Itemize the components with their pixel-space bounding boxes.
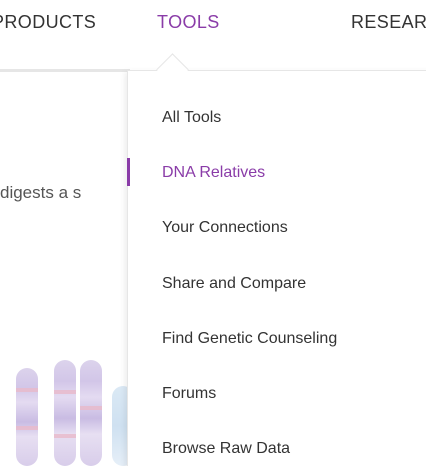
menu-item-forums[interactable]: Forums	[162, 385, 216, 403]
menu-item-browse-raw-data[interactable]: Browse Raw Data	[162, 440, 290, 458]
menu-item-find-genetic-counseling[interactable]: Find Genetic Counseling	[162, 330, 337, 348]
chromosome-graphic	[54, 360, 76, 466]
nav-divider	[0, 69, 130, 72]
menu-item-dna-relatives[interactable]: DNA Relatives	[162, 164, 265, 182]
menu-item-all-tools[interactable]: All Tools	[162, 109, 221, 127]
menu-item-share-and-compare[interactable]: Share and Compare	[162, 275, 306, 293]
chromosome-graphic	[16, 368, 38, 466]
nav-item-tools[interactable]: TOOLS	[157, 12, 220, 33]
active-indicator-bar	[127, 158, 130, 186]
nav-item-research[interactable]: RESEARCH	[351, 12, 426, 33]
nav-item-products[interactable]: PRODUCTS	[0, 12, 96, 33]
background-text-snippet: digests a s	[0, 183, 82, 202]
page: PRODUCTS TOOLS RESEARCH digests a s All …	[0, 0, 426, 466]
chromosome-graphic	[80, 360, 102, 466]
tools-dropdown-menu	[127, 70, 426, 466]
menu-item-your-connections[interactable]: Your Connections	[162, 219, 288, 237]
